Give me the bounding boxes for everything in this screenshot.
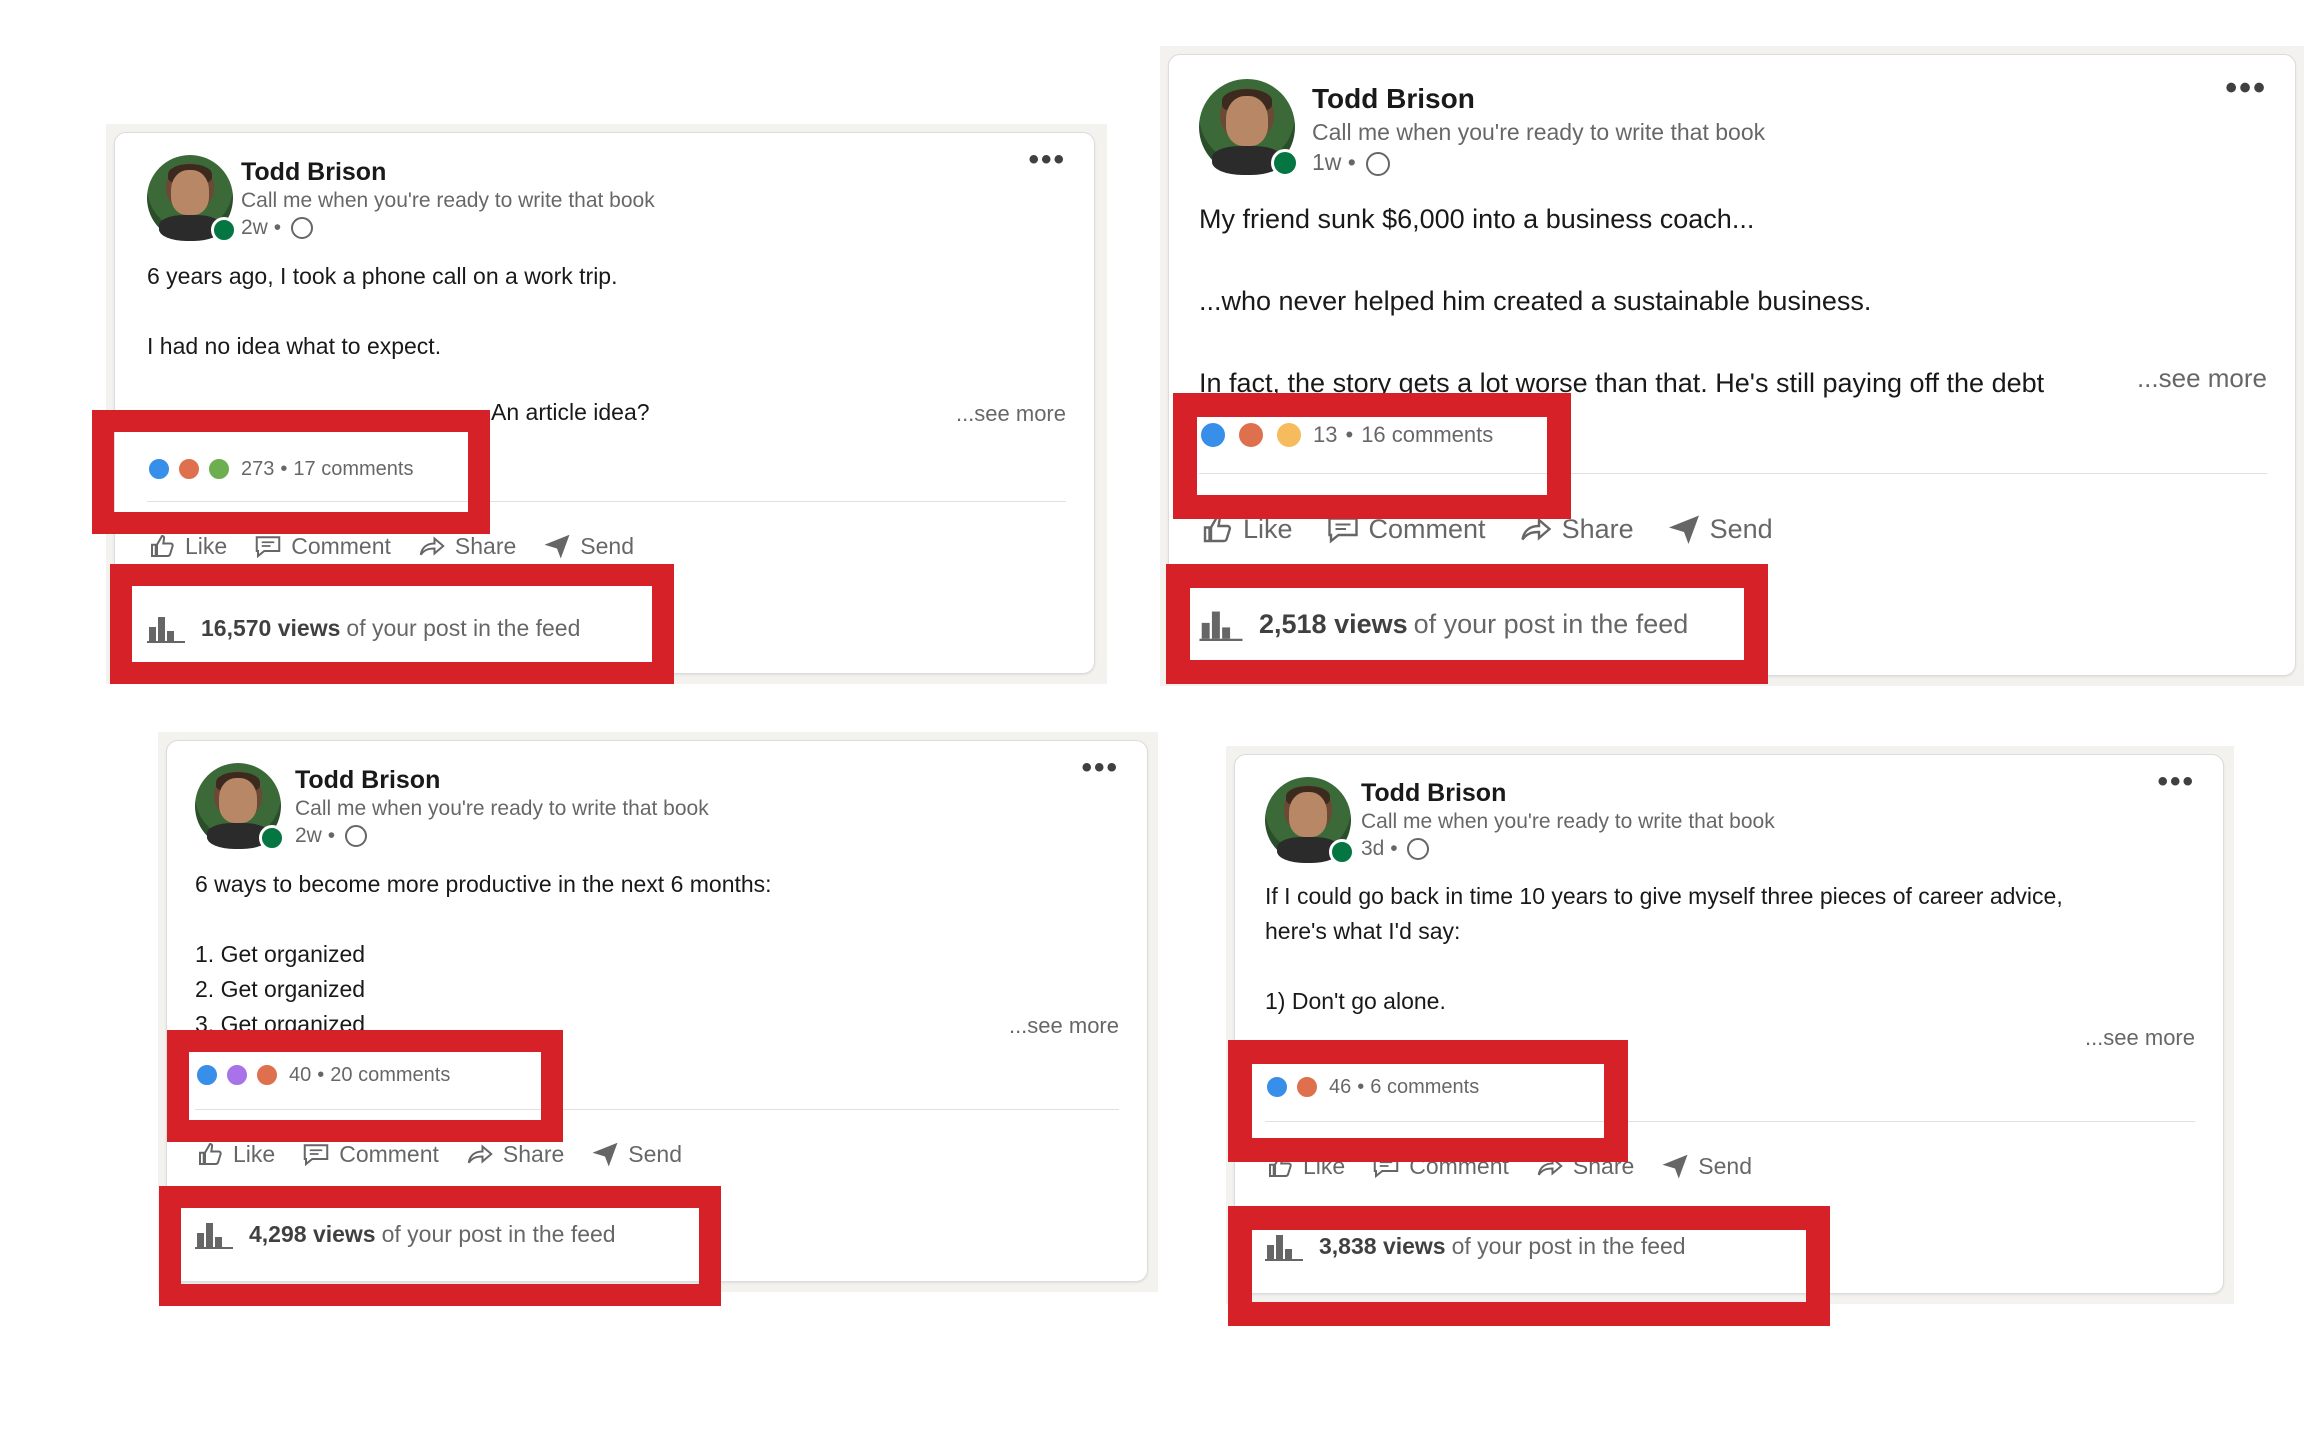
see-more-link[interactable]: ...see more — [2137, 363, 2267, 394]
post-body: 6 ways to become more productive in the … — [195, 871, 772, 1037]
highlight-box — [1166, 564, 1768, 684]
more-options-icon[interactable]: ••• — [1081, 751, 1119, 785]
post-time: 2w • — [295, 824, 367, 848]
highlight-box — [1228, 1206, 1830, 1326]
author-avatar[interactable] — [1199, 79, 1299, 177]
share-button[interactable]: Share — [465, 1139, 564, 1169]
author-headline: Call me when you're ready to write that … — [241, 189, 655, 212]
online-status-icon — [1271, 149, 1299, 177]
online-status-icon — [211, 217, 237, 243]
globe-icon — [290, 217, 313, 240]
author-avatar[interactable] — [195, 763, 285, 851]
more-options-icon[interactable]: ••• — [2157, 765, 2195, 799]
send-button[interactable]: Send — [542, 531, 634, 561]
more-options-icon[interactable]: ••• — [1028, 143, 1066, 177]
post-time: 3d • — [1361, 837, 1430, 861]
comment-button[interactable]: Comment — [301, 1139, 439, 1169]
globe-icon — [1366, 151, 1391, 176]
author-name[interactable]: Todd Brison — [241, 158, 386, 187]
post-body-tail: An article idea? — [491, 399, 650, 425]
like-icon — [151, 534, 174, 557]
see-more-link[interactable]: ...see more — [2085, 1025, 2195, 1051]
share-icon — [419, 536, 445, 556]
send-button[interactable]: Send — [1660, 1151, 1752, 1181]
post-body: If I could go back in time 10 years to g… — [1265, 883, 2063, 1014]
like-button[interactable]: Like — [147, 531, 227, 561]
comment-icon — [255, 536, 281, 559]
comment-button[interactable]: Comment — [253, 531, 391, 561]
send-icon — [544, 534, 570, 559]
see-more-link[interactable]: ...see more — [1009, 1013, 1119, 1039]
highlight-box — [167, 1030, 563, 1142]
post-body: My friend sunk $6,000 into a business co… — [1199, 204, 2045, 398]
online-status-icon — [259, 825, 285, 851]
send-icon — [592, 1142, 618, 1167]
highlight-box — [1173, 393, 1571, 519]
share-button[interactable]: Share — [417, 531, 516, 561]
comment-icon — [303, 1144, 329, 1167]
highlight-box — [110, 564, 674, 684]
highlight-box — [159, 1186, 721, 1306]
more-options-icon[interactable]: ••• — [2225, 69, 2267, 108]
author-headline: Call me when you're ready to write that … — [295, 797, 709, 820]
author-avatar[interactable] — [147, 155, 237, 243]
author-headline: Call me when you're ready to write that … — [1361, 810, 1775, 833]
author-name[interactable]: Todd Brison — [1361, 779, 1506, 808]
author-avatar[interactable] — [1265, 777, 1355, 865]
send-button[interactable]: Send — [1666, 511, 1773, 547]
globe-icon — [344, 825, 367, 848]
send-icon — [1662, 1154, 1688, 1179]
post-time: 1w • — [1312, 149, 1391, 176]
highlight-box — [92, 410, 490, 534]
like-icon — [199, 1142, 222, 1165]
author-name[interactable]: Todd Brison — [295, 766, 440, 795]
online-status-icon — [1329, 839, 1355, 865]
post-time: 2w • — [241, 216, 313, 240]
like-button[interactable]: Like — [195, 1139, 275, 1169]
globe-icon — [1407, 838, 1430, 861]
author-headline: Call me when you're ready to write that … — [1312, 119, 1766, 145]
see-more-link[interactable]: ...see more — [956, 401, 1066, 427]
send-icon — [1668, 515, 1699, 544]
action-bar: Like Comment Share Send — [195, 1139, 708, 1169]
send-button[interactable]: Send — [590, 1139, 682, 1169]
action-bar: Like Comment Share Send — [147, 531, 660, 561]
highlight-box — [1228, 1040, 1628, 1162]
post-body: 6 years ago, I took a phone call on a wo… — [147, 263, 618, 359]
share-icon — [467, 1144, 493, 1164]
author-name[interactable]: Todd Brison — [1312, 83, 1475, 115]
